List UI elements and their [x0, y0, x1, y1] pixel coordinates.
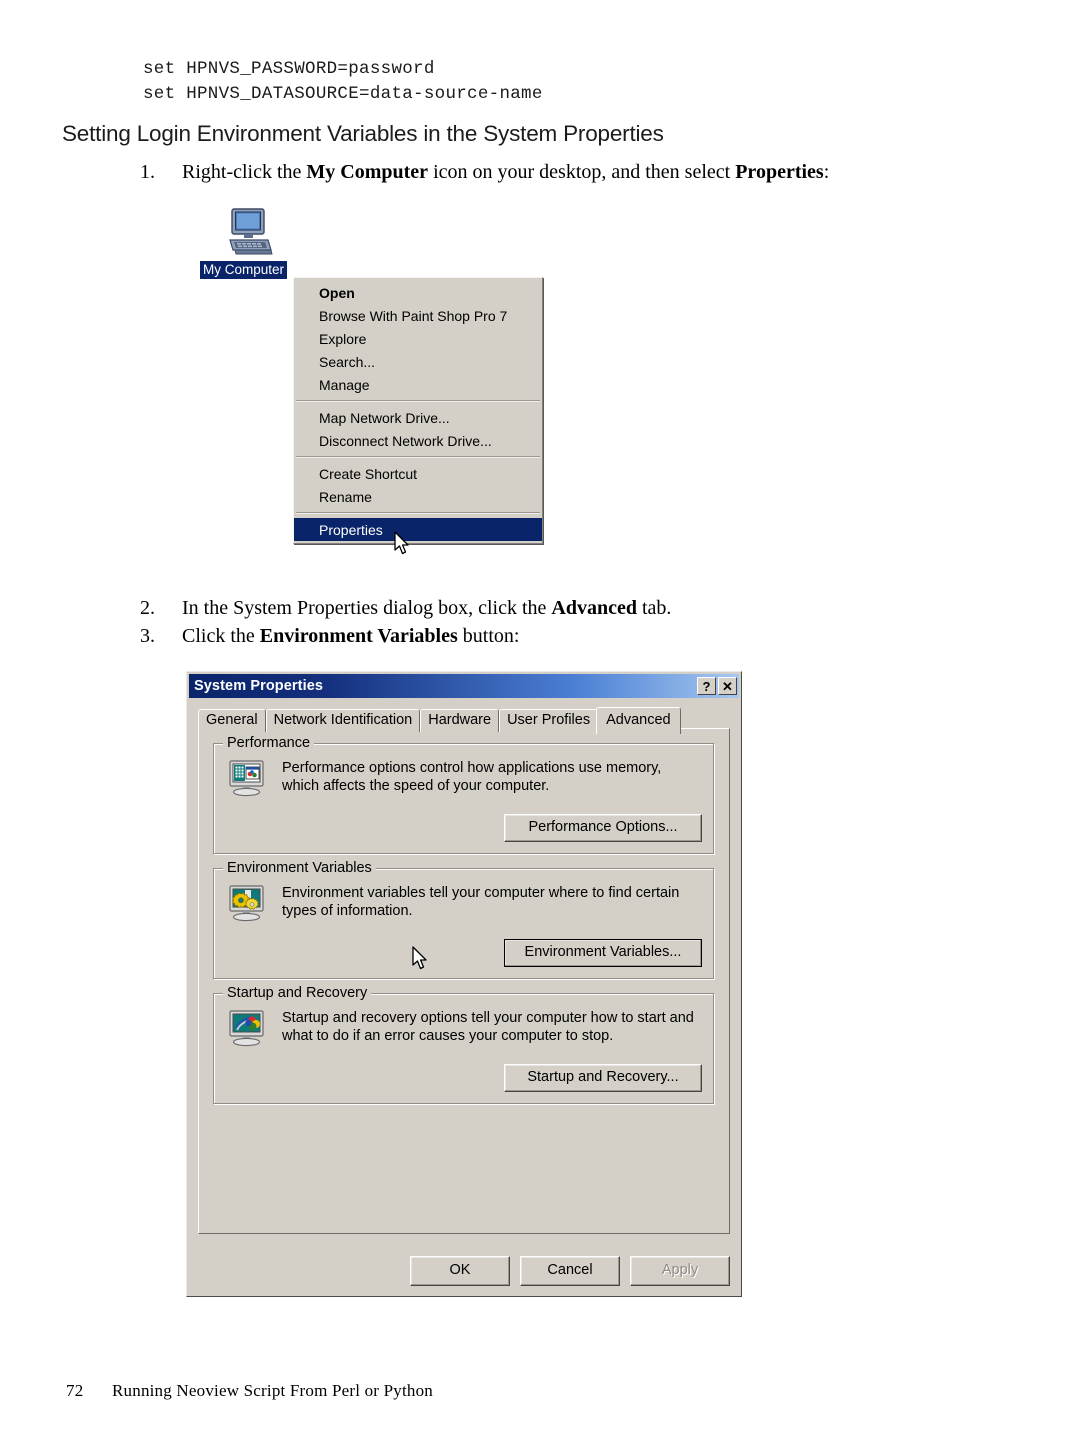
environment-variables-description: Environment variables tell your computer… [282, 885, 680, 919]
context-menu-group: Properties [294, 518, 542, 541]
dialog-titlebar[interactable]: System Properties ? ✕ [189, 674, 739, 698]
menu-separator [296, 400, 540, 402]
mouse-cursor-icon [412, 946, 427, 970]
dialog-footer-buttons: OK Cancel Apply [198, 1256, 730, 1286]
step-text: In the System Properties dialog box, cli… [182, 597, 672, 619]
cancel-button[interactable]: Cancel [520, 1256, 620, 1286]
ok-button[interactable]: OK [410, 1256, 510, 1286]
context-menu[interactable]: Open Browse With Paint Shop Pro 7 Explor… [293, 277, 543, 544]
step-number: 3. [140, 625, 155, 647]
desktop-context-menu-figure: My Computer Open Browse With Paint Shop … [198, 204, 558, 564]
footer-title: Running Neoview Script From Perl or Pyth… [112, 1381, 433, 1400]
dialog-tabstrip[interactable]: General Network Identification Hardware … [198, 707, 739, 734]
page-title: Setting Login Environment Variables in t… [62, 121, 664, 146]
menu-item-rename[interactable]: Rename [294, 485, 542, 508]
startup-and-recovery-group-title: Startup and Recovery [223, 985, 372, 1001]
startup-recovery-monitor-icon [229, 1010, 264, 1047]
menu-item-map-network-drive[interactable]: Map Network Drive... [294, 406, 542, 429]
performance-group-title: Performance [223, 735, 315, 751]
menu-item-search[interactable]: Search... [294, 350, 542, 373]
page-number: 72 [66, 1381, 84, 1400]
menu-item-properties[interactable]: Properties [294, 518, 542, 541]
system-properties-window: System Properties ? ✕ General Network Id… [186, 671, 742, 1297]
step-number: 1. [140, 161, 155, 183]
performance-description: Performance options control how applicat… [282, 760, 662, 794]
context-menu-group: Map Network Drive... Disconnect Network … [294, 406, 542, 452]
tab-user-profiles[interactable]: User Profiles [499, 709, 599, 732]
my-computer-label[interactable]: My Computer [200, 261, 288, 279]
menu-separator [296, 512, 540, 514]
tab-network-identification[interactable]: Network Identification [265, 709, 421, 732]
startup-and-recovery-group: Startup and Recovery Startup and recover… [213, 985, 715, 1105]
context-menu-group: Open Browse With Paint Shop Pro 7 Explor… [294, 281, 542, 396]
my-computer-icon[interactable] [227, 207, 273, 259]
performance-options-button[interactable]: Performance Options... [504, 814, 702, 842]
environment-variables-group: Environment Variables Environment variab… [213, 860, 715, 980]
advanced-tab-panel: Performance Performance options control … [198, 728, 730, 1234]
startup-and-recovery-button[interactable]: Startup and Recovery... [504, 1064, 702, 1092]
dialog-title: System Properties [194, 678, 324, 694]
step-text: Click the Environment Variables button: [182, 625, 520, 647]
step-number: 2. [140, 597, 155, 619]
tab-advanced[interactable]: Advanced [596, 707, 681, 734]
list-item: 2. In the System Properties dialog box, … [140, 594, 1020, 622]
menu-item-browse-with-paint-shop-pro[interactable]: Browse With Paint Shop Pro 7 [294, 304, 542, 327]
menu-item-explore[interactable]: Explore [294, 327, 542, 350]
menu-item-create-shortcut[interactable]: Create Shortcut [294, 462, 542, 485]
help-button[interactable]: ? [697, 677, 716, 695]
tab-hardware[interactable]: Hardware [420, 709, 500, 732]
menu-item-disconnect-network-drive[interactable]: Disconnect Network Drive... [294, 429, 542, 452]
menu-separator [296, 456, 540, 458]
performance-monitor-icon [229, 760, 264, 797]
step-text: Right-click the My Computer icon on your… [182, 161, 830, 183]
tab-general[interactable]: General [198, 709, 266, 732]
close-icon[interactable]: ✕ [718, 677, 737, 695]
code-block: set HPNVS_PASSWORD=password set HPNVS_DA… [143, 59, 543, 104]
page-footer: 72 Running Neoview Script From Perl or Py… [66, 1381, 433, 1401]
menu-item-open[interactable]: Open [294, 281, 542, 304]
apply-button: Apply [630, 1256, 730, 1286]
steps-list-first: 1. Right-click the My Computer icon on y… [140, 158, 1020, 186]
startup-and-recovery-description: Startup and recovery options tell your c… [282, 1010, 694, 1044]
context-menu-group: Create Shortcut Rename [294, 462, 542, 508]
list-item: 1. Right-click the My Computer icon on y… [140, 158, 1020, 186]
menu-item-manage[interactable]: Manage [294, 373, 542, 396]
environment-variables-group-title: Environment Variables [223, 860, 376, 876]
list-item: 3. Click the Environment Variables butto… [140, 622, 1020, 650]
steps-list-second: 2. In the System Properties dialog box, … [140, 594, 1020, 650]
environment-variables-gears-icon [229, 885, 264, 922]
system-properties-dialog-figure: System Properties ? ✕ General Network Id… [186, 671, 742, 1297]
performance-group: Performance Performance options control … [213, 735, 715, 855]
environment-variables-button[interactable]: Environment Variables... [504, 939, 702, 967]
